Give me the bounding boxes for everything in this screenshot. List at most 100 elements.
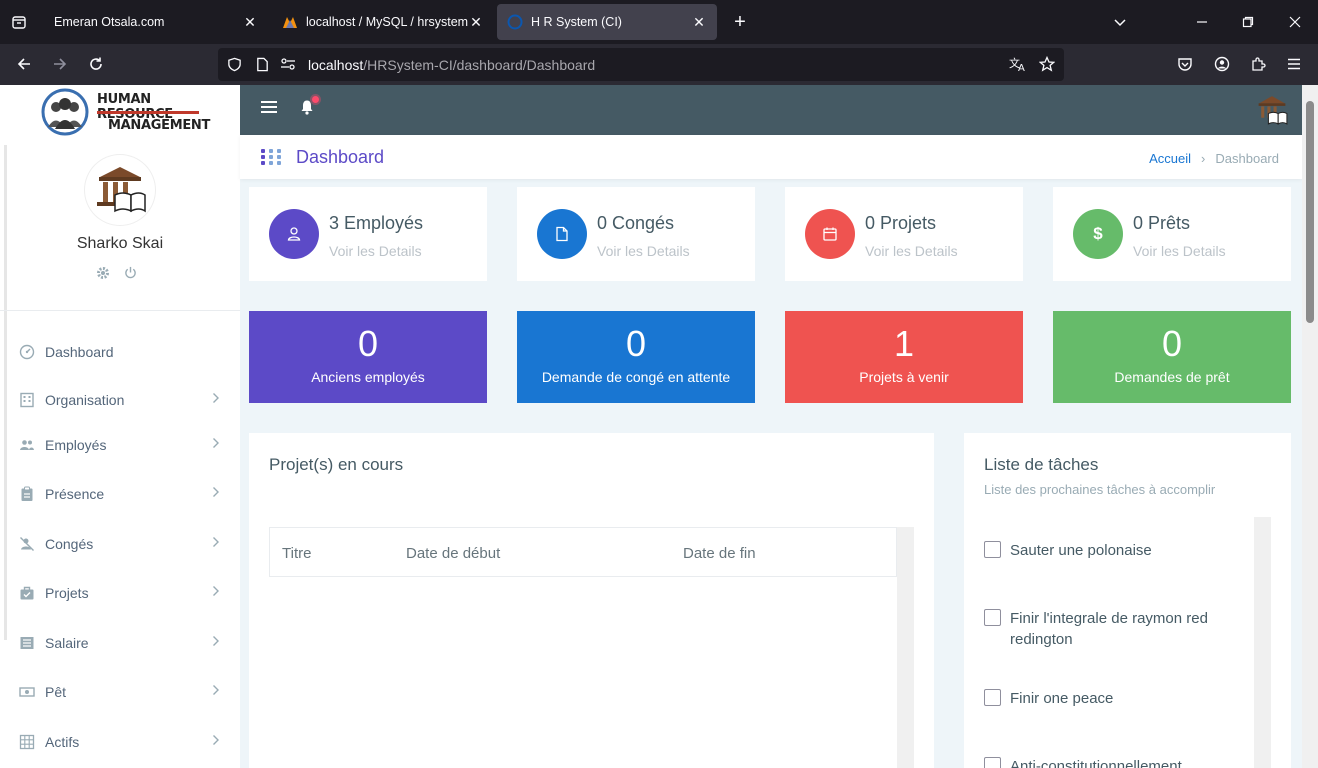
grid-icon bbox=[18, 733, 36, 751]
tab-close-icon[interactable]: ✕ bbox=[242, 14, 258, 31]
extensions-icon[interactable] bbox=[1244, 50, 1272, 78]
sidebar-item-label: Organisation bbox=[45, 392, 125, 408]
table-scrollbar[interactable] bbox=[897, 527, 914, 768]
task-item: Finir one peace bbox=[984, 688, 1234, 709]
new-tab-icon[interactable]: + bbox=[726, 8, 754, 36]
power-icon[interactable] bbox=[124, 266, 137, 283]
shield-icon[interactable] bbox=[223, 53, 245, 75]
logo-divider bbox=[97, 111, 199, 114]
browser-chrome: Emeran Otsala.com ✕ localhost / MySQL / … bbox=[0, 0, 1318, 85]
stat-value: 0 Projets bbox=[865, 213, 937, 233]
phpmyadmin-favicon-icon bbox=[283, 17, 297, 28]
list-icon bbox=[18, 634, 36, 652]
menu-icon[interactable] bbox=[1280, 50, 1308, 78]
card-label: Demande de congé en attente bbox=[541, 369, 731, 385]
forward-icon[interactable] bbox=[46, 50, 74, 78]
notification-dot bbox=[312, 96, 319, 103]
chevron-right-icon bbox=[212, 634, 228, 652]
pending-leave-card[interactable]: 0 Demande de congé en attente bbox=[517, 311, 755, 403]
card-number: 0 bbox=[1161, 323, 1183, 364]
sidebar-item-label: Actifs bbox=[45, 734, 80, 750]
chevron-right-icon bbox=[212, 584, 228, 602]
library-icon bbox=[97, 167, 146, 213]
user-actions bbox=[96, 266, 137, 283]
briefcase-icon bbox=[18, 584, 36, 602]
task-checkbox[interactable] bbox=[984, 609, 1001, 626]
tab-title: Emeran Otsala.com bbox=[54, 15, 165, 29]
task-label: Sauter une polonaise bbox=[1010, 542, 1152, 559]
task-checkbox[interactable] bbox=[984, 757, 1001, 768]
view-details-link[interactable]: Voir les Details bbox=[329, 243, 422, 259]
sidebar-item-label: Congés bbox=[45, 536, 94, 552]
tab-list-icon[interactable] bbox=[5, 8, 33, 36]
page-icon[interactable] bbox=[251, 53, 273, 75]
upcoming-projects-card[interactable]: 1 Projets à venir bbox=[785, 311, 1023, 403]
sidebar-item-actifs[interactable]: Actifs bbox=[0, 722, 240, 762]
breadcrumb-current: Dashboard bbox=[1215, 151, 1279, 166]
sidebar-item-label: Dashboard bbox=[45, 344, 114, 360]
calendar-icon bbox=[805, 209, 855, 259]
stat-card-employees: 3 Employés Voir les Details bbox=[249, 187, 487, 281]
sidebar-item-salaire[interactable]: Salaire bbox=[0, 623, 240, 663]
reload-icon[interactable] bbox=[82, 50, 110, 78]
card-number: 1 bbox=[893, 323, 915, 364]
hamburger-menu-icon[interactable] bbox=[261, 101, 277, 115]
restore-icon[interactable] bbox=[1234, 8, 1262, 36]
task-checkbox[interactable] bbox=[984, 689, 1001, 706]
sidebar-item-projets[interactable]: Projets bbox=[0, 573, 240, 613]
view-details-link[interactable]: Voir les Details bbox=[1133, 243, 1226, 259]
column-header-end-date[interactable]: Date de fin bbox=[683, 545, 756, 562]
stat-card-loans: $ 0 Prêts Voir les Details bbox=[1053, 187, 1291, 281]
task-item: Finir l'integrale de raymon red redingto… bbox=[984, 608, 1234, 650]
column-header-start-date[interactable]: Date de début bbox=[406, 545, 500, 562]
tasks-panel-title: Liste de tâches bbox=[984, 455, 1099, 474]
breadcrumb-home-link[interactable]: Accueil bbox=[1149, 151, 1191, 166]
address-bar[interactable]: localhost/HRSystem-CI/dashboard/Dashboar… bbox=[218, 48, 1064, 81]
page-scrollbar[interactable] bbox=[1302, 85, 1318, 768]
tasks-scrollbar[interactable] bbox=[1254, 517, 1271, 768]
account-icon[interactable] bbox=[1208, 50, 1236, 78]
chevron-down-icon[interactable] bbox=[1106, 8, 1134, 36]
minimize-icon[interactable] bbox=[1188, 8, 1216, 36]
tab-close-icon[interactable]: ✕ bbox=[468, 14, 484, 31]
tasks-panel-subtitle: Liste des prochaines tâches à accomplir bbox=[984, 482, 1216, 497]
tab-close-icon[interactable]: ✕ bbox=[691, 14, 707, 31]
avatar[interactable] bbox=[85, 155, 155, 225]
page-content: HUMAN RESOURCE MANAGEMENT Sharko Skai Da… bbox=[0, 85, 1318, 768]
loan-requests-card[interactable]: 0 Demandes de prêt bbox=[1053, 311, 1291, 403]
translate-icon[interactable]: 文A bbox=[1007, 53, 1029, 75]
page-scrollbar-thumb[interactable] bbox=[1306, 101, 1314, 323]
card-label: Projets à venir bbox=[859, 369, 949, 385]
view-details-link[interactable]: Voir les Details bbox=[865, 243, 958, 259]
sidebar-item-conges[interactable]: Congés bbox=[0, 524, 240, 564]
tab-phpmyadmin[interactable]: localhost / MySQL / hrsystemci ✕ bbox=[272, 4, 494, 40]
former-employees-card[interactable]: 0 Anciens employés bbox=[249, 311, 487, 403]
back-icon[interactable] bbox=[10, 50, 38, 78]
task-checkbox[interactable] bbox=[984, 541, 1001, 558]
settings-gear-icon[interactable] bbox=[96, 266, 110, 283]
bookmark-star-icon[interactable] bbox=[1036, 53, 1058, 75]
sidebar-item-dashboard[interactable]: Dashboard bbox=[0, 332, 240, 372]
sidebar-item-label: Employés bbox=[45, 437, 107, 453]
close-window-icon[interactable] bbox=[1281, 8, 1309, 36]
sidebar-item-presence[interactable]: Présence bbox=[0, 474, 240, 514]
pocket-icon[interactable] bbox=[1171, 50, 1199, 78]
tab-emeran[interactable]: Emeran Otsala.com ✕ bbox=[44, 4, 268, 40]
url-text: localhost/HRSystem-CI/dashboard/Dashboar… bbox=[308, 57, 595, 73]
permissions-icon[interactable] bbox=[277, 53, 299, 75]
user-name[interactable]: Sharko Skai bbox=[0, 235, 240, 253]
logo[interactable]: HUMAN RESOURCE MANAGEMENT bbox=[40, 87, 210, 137]
sidebar-item-employes[interactable]: Employés bbox=[0, 425, 240, 465]
column-header-title[interactable]: Titre bbox=[282, 545, 311, 562]
chevron-right-icon bbox=[212, 683, 228, 701]
sidebar-item-pet[interactable]: Pêt bbox=[0, 672, 240, 712]
notification-bell-icon[interactable] bbox=[300, 99, 314, 119]
tab-hr-system[interactable]: H R System (CI) ✕ bbox=[497, 4, 717, 40]
tab-bar: Emeran Otsala.com ✕ localhost / MySQL / … bbox=[0, 0, 1318, 44]
sidebar-item-label: Salaire bbox=[45, 635, 89, 651]
profile-library-icon[interactable] bbox=[1254, 92, 1290, 128]
sidebar-item-label: Pêt bbox=[45, 684, 67, 700]
globe-favicon-icon bbox=[507, 14, 523, 30]
view-details-link[interactable]: Voir les Details bbox=[597, 243, 690, 259]
sidebar-item-organisation[interactable]: Organisation bbox=[0, 380, 240, 420]
